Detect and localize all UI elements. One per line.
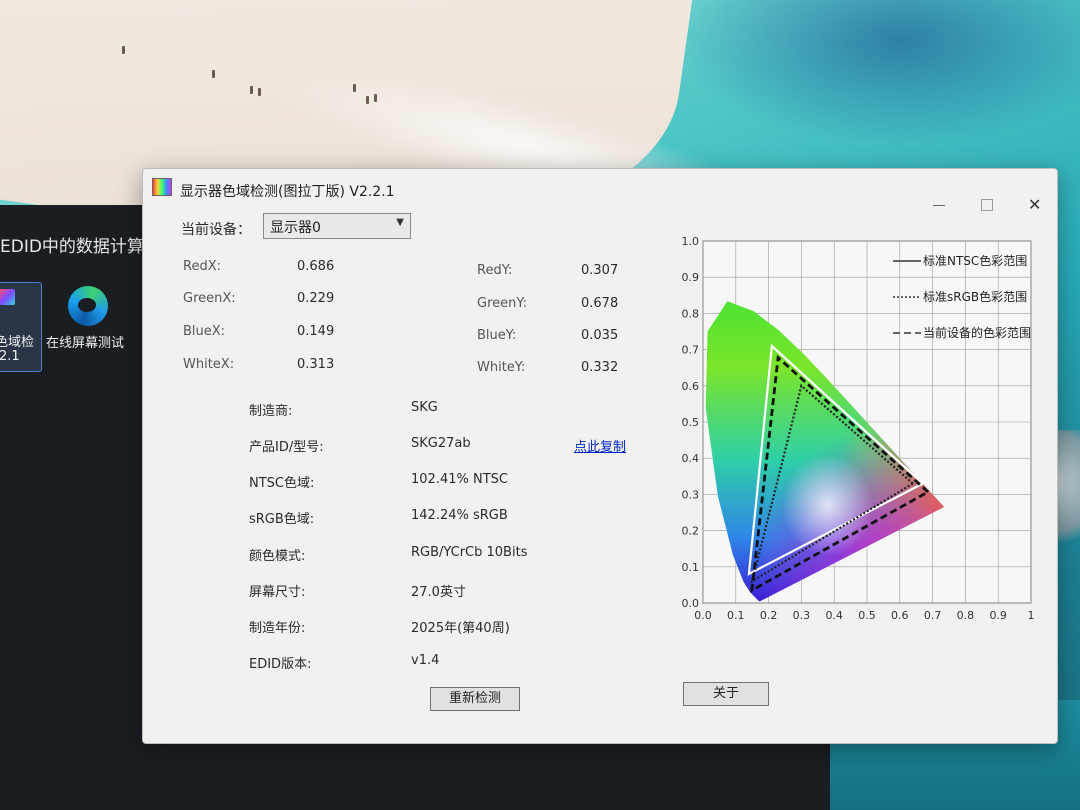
x-tick-label: 0.9 xyxy=(989,609,1007,622)
copy-link[interactable]: 点此复制 xyxy=(574,436,626,455)
coord-value-greenx: 0.229 xyxy=(297,291,335,306)
y-tick-label: 0.5 xyxy=(682,416,700,429)
wallpaper-person xyxy=(250,86,253,94)
desktop-tile-online-screen-test[interactable]: 在线屏幕测试 xyxy=(44,282,140,370)
info-value-year: 2025年(第40周) xyxy=(411,621,510,636)
y-tick-label: 0.9 xyxy=(682,271,700,284)
info-label-year: 制造年份: xyxy=(249,621,306,636)
desktop-tile-gamut-test[interactable]: 色域检 2.1 xyxy=(0,282,42,372)
info-label-color-mode: 颜色模式: xyxy=(249,549,306,564)
coord-value-redy: 0.307 xyxy=(581,263,619,278)
device-label: 当前设备： xyxy=(181,222,251,238)
coord-label-whitey: WhiteY: xyxy=(477,360,526,375)
wallpaper-person xyxy=(122,46,125,54)
background-app-header: EDID中的数据计算 xyxy=(0,208,150,292)
coord-label-redx: RedX: xyxy=(183,259,221,274)
wallpaper-person xyxy=(258,88,261,96)
coord-label-bluex: BlueX: xyxy=(183,324,226,339)
x-tick-label: 0.0 xyxy=(694,609,712,622)
info-label-edid-version: EDID版本: xyxy=(249,657,312,672)
minimize-button[interactable] xyxy=(933,205,945,206)
window-title: 显示器色域检测(图拉丁版) V2.2.1 xyxy=(180,184,395,200)
info-label-screen-size: 屏幕尺寸: xyxy=(249,585,306,600)
y-tick-label: 0.1 xyxy=(682,561,700,574)
legend-label-2: 当前设备的色彩范围 xyxy=(923,325,1031,340)
x-tick-label: 0.1 xyxy=(727,609,745,622)
legend-label-0: 标准NTSC色彩范围 xyxy=(923,254,1027,268)
y-tick-label: 0.8 xyxy=(682,307,700,320)
coord-label-redy: RedY: xyxy=(477,263,513,278)
info-value-srgb: 142.24% sRGB xyxy=(411,508,508,523)
edge-browser-icon xyxy=(68,286,108,326)
x-tick-label: 0.6 xyxy=(891,609,909,622)
chevron-down-icon: ▼ xyxy=(396,217,404,228)
device-select-value: 显示器0 xyxy=(270,220,321,236)
info-label-ntsc: NTSC色域: xyxy=(249,476,315,491)
coord-value-redx: 0.686 xyxy=(297,259,335,274)
legend-label-1: 标准sRGB色彩范围 xyxy=(923,290,1027,304)
cie-chromaticity-chart: 0.0 0.1 0.2 0.3 0.4 0.5 0.6 0.7 0.8 0.9 1 0.0 0.1 0.2… xyxy=(663,227,1043,627)
y-tick-label: 0.6 xyxy=(682,380,700,393)
wallpaper-person xyxy=(374,94,377,102)
info-label-manufacturer: 制造商: xyxy=(249,404,293,419)
y-tick-label: 1.0 xyxy=(682,235,700,248)
about-button[interactable]: 关于 xyxy=(683,682,769,706)
wallpaper-person xyxy=(353,84,356,92)
coord-value-bluey: 0.035 xyxy=(581,328,619,343)
coord-value-whitey: 0.332 xyxy=(581,360,619,375)
title-bar[interactable]: 显示器色域检测(图拉丁版) V2.2.1 ✕ xyxy=(143,169,1057,214)
x-tick-label: 0.7 xyxy=(924,609,942,622)
wallpaper-person xyxy=(212,70,215,78)
app-icon xyxy=(152,178,172,196)
x-tick-label: 0.2 xyxy=(760,609,778,622)
info-value-edid-version: v1.4 xyxy=(411,653,440,668)
device-select[interactable]: 显示器0 ▼ xyxy=(263,213,411,239)
x-tick-label: 0.3 xyxy=(793,609,811,622)
y-tick-label: 0.4 xyxy=(682,452,700,465)
y-tick-label: 0.0 xyxy=(682,597,700,610)
x-tick-label: 0.4 xyxy=(825,609,843,622)
coord-label-greeny: GreenY: xyxy=(477,296,527,311)
y-tick-label: 0.3 xyxy=(682,488,700,501)
coord-value-whitex: 0.313 xyxy=(297,357,335,372)
cie-chart-svg: 0.0 0.1 0.2 0.3 0.4 0.5 0.6 0.7 0.8 0.9 1 0.0 0.1 0.2… xyxy=(682,235,1035,622)
info-value-ntsc: 102.41% NTSC xyxy=(411,472,508,487)
gamut-app-icon xyxy=(0,289,15,305)
info-value-color-mode: RGB/YCrCb 10Bits xyxy=(411,545,528,560)
x-tick-label: 0.8 xyxy=(957,609,975,622)
wallpaper-person xyxy=(366,96,369,104)
gamut-test-window: 显示器色域检测(图拉丁版) V2.2.1 ✕ 当前设备： 显示器0 ▼ RedX… xyxy=(142,168,1058,744)
tile-label: 在线屏幕测试 xyxy=(46,336,125,351)
info-label-product-id: 产品ID/型号: xyxy=(249,440,324,455)
tile-label-line1: 色域检 xyxy=(0,335,35,350)
x-tick-label: 0.5 xyxy=(858,609,876,622)
info-value-product-id: SKG27ab xyxy=(411,436,471,451)
y-tick-label: 0.7 xyxy=(682,344,700,357)
tile-label-line2: 2.1 xyxy=(0,349,20,364)
coord-label-whitex: WhiteX: xyxy=(183,357,235,372)
x-tick-label: 1 xyxy=(1028,609,1035,622)
background-app-header-text: EDID中的数据计算 xyxy=(0,237,144,257)
y-tick-label: 0.2 xyxy=(682,525,700,538)
info-label-srgb: sRGB色域: xyxy=(249,512,315,527)
info-value-screen-size: 27.0英寸 xyxy=(411,585,466,600)
coord-value-greeny: 0.678 xyxy=(581,296,619,311)
coord-label-bluey: BlueY: xyxy=(477,328,517,343)
coord-label-greenx: GreenX: xyxy=(183,291,236,306)
redetect-button[interactable]: 重新检测 xyxy=(430,687,520,711)
close-icon[interactable]: ✕ xyxy=(1028,195,1041,214)
maximize-button[interactable] xyxy=(981,199,993,211)
info-value-manufacturer: SKG xyxy=(411,400,438,415)
coord-value-bluex: 0.149 xyxy=(297,324,335,339)
